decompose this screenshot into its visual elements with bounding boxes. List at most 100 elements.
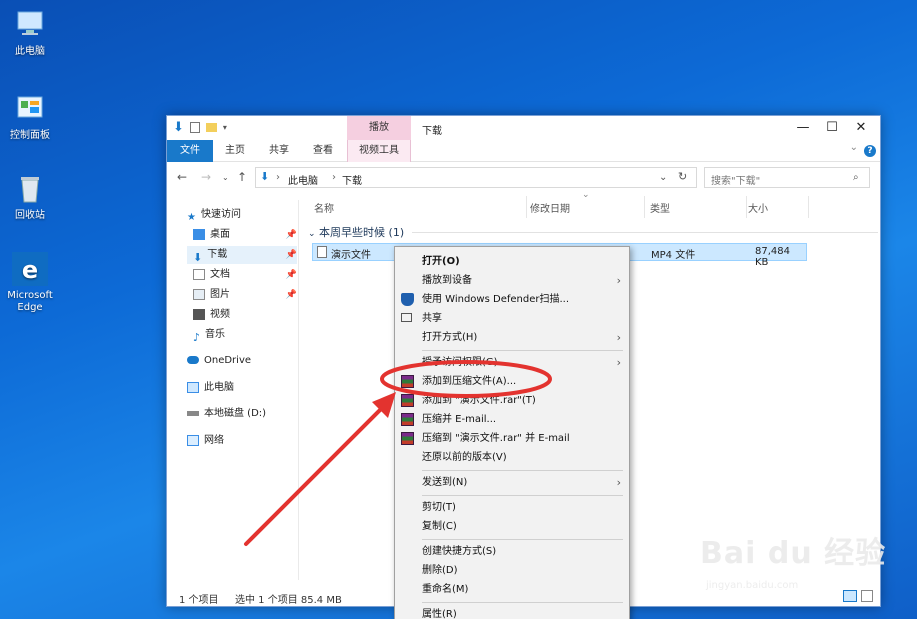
- menu-item-open[interactable]: 打开(O): [395, 252, 629, 271]
- file-size: 87,484 KB: [755, 246, 790, 268]
- breadcrumb-downloads[interactable]: 下载: [342, 172, 362, 187]
- sidebar-item-thispc[interactable]: 此电脑: [187, 379, 297, 397]
- file-name: 演示文件: [331, 250, 371, 261]
- sidebar-item-downloads[interactable]: ⬇ 下载 📌: [187, 246, 297, 264]
- nav-label: 快速访问: [200, 209, 241, 220]
- search-input[interactable]: 搜索"下载" ⌕: [704, 167, 870, 188]
- column-header-size[interactable]: 大小: [748, 200, 768, 215]
- menu-item-defender-scan[interactable]: 使用 Windows Defender扫描...: [395, 290, 629, 309]
- chevron-right-icon: ›: [616, 476, 621, 489]
- help-icon[interactable]: ?: [864, 145, 876, 157]
- nav-label: 网络: [204, 435, 224, 446]
- desktop-icon-edge[interactable]: e Microsoft Edge: [0, 252, 60, 314]
- menu-item-send-to[interactable]: 发送到(N) ›: [395, 473, 629, 492]
- menu-item-share[interactable]: 共享: [395, 309, 629, 328]
- menu-item-rename[interactable]: 重命名(M): [395, 580, 629, 599]
- navigation-pane: ★ 快速访问 桌面 📌 ⬇ 下载 📌 文档 📌 图片 📌 视频 ♪ 音乐 OneDrive 此…: [167, 200, 299, 580]
- menu-separator: [422, 539, 623, 540]
- properties-icon[interactable]: [189, 122, 200, 133]
- sidebar-item-onedrive[interactable]: OneDrive: [187, 352, 297, 370]
- nav-label: OneDrive: [204, 355, 252, 366]
- sidebar-item-documents[interactable]: 文档 📌: [193, 266, 297, 284]
- address-bar[interactable]: ⬇ › 此电脑 › 下载 ⌄ ↻: [255, 167, 697, 188]
- address-dropdown-icon[interactable]: ⌄: [659, 172, 667, 183]
- pin-icon: 📌: [285, 290, 297, 300]
- computer-icon: [187, 381, 199, 393]
- recycle-bin-icon: [12, 172, 48, 206]
- nav-label: 本地磁盘 (D:): [204, 408, 267, 419]
- menu-item-grant-access[interactable]: 授予访问权限(G) ›: [395, 353, 629, 372]
- back-arrow-icon[interactable]: ←: [177, 170, 187, 184]
- menu-item-copy[interactable]: 复制(C): [395, 517, 629, 536]
- sidebar-item-music[interactable]: ♪ 音乐: [193, 326, 297, 344]
- menu-item-add-to-rar[interactable]: 添加到 "演示文件.rar"(T): [395, 391, 629, 410]
- nav-label: 桌面: [210, 229, 230, 240]
- desktop-icon-recyclebin[interactable]: 回收站: [0, 172, 60, 222]
- sidebar-item-network[interactable]: 网络: [187, 432, 297, 450]
- menu-item-open-with[interactable]: 打开方式(H) ›: [395, 328, 629, 347]
- menu-item-delete[interactable]: 删除(D): [395, 561, 629, 580]
- tab-view[interactable]: 查看: [305, 140, 341, 162]
- tab-share[interactable]: 共享: [261, 140, 297, 162]
- menu-item-restore-versions[interactable]: 还原以前的版本(V): [395, 448, 629, 467]
- sidebar-item-desktop[interactable]: 桌面 📌: [193, 226, 297, 244]
- drive-icon: [187, 410, 199, 416]
- winrar-icon: [401, 375, 414, 388]
- nav-label: 此电脑: [204, 382, 234, 393]
- winrar-icon: [401, 432, 414, 445]
- chevron-down-icon[interactable]: ▾: [223, 123, 227, 132]
- tab-video-tools[interactable]: 视频工具: [347, 140, 411, 162]
- desktop-icon-controlpanel[interactable]: 控制面板: [0, 92, 60, 142]
- up-arrow-icon[interactable]: ↑: [237, 170, 247, 184]
- pin-icon: 📌: [285, 270, 297, 280]
- column-header-date[interactable]: 修改日期: [530, 200, 570, 215]
- search-placeholder: 搜索"下载": [711, 176, 761, 187]
- menu-separator: [422, 495, 623, 496]
- cloud-icon: [187, 356, 199, 364]
- window-title: 下载: [422, 126, 442, 137]
- column-header-name[interactable]: 名称: [314, 200, 334, 215]
- folder-icon[interactable]: [205, 123, 217, 132]
- desktop-icon-label: Microsoft Edge: [7, 290, 53, 313]
- nav-label: 视频: [210, 309, 230, 320]
- winrar-icon: [401, 394, 414, 407]
- tab-file[interactable]: 文件: [167, 140, 213, 162]
- menu-item-cut[interactable]: 剪切(T): [395, 498, 629, 517]
- menu-item-compress-rar-email[interactable]: 压缩到 "演示文件.rar" 并 E-mail: [395, 429, 629, 448]
- desktop-icon-thispc[interactable]: 此电脑: [0, 8, 60, 58]
- menu-item-add-to-archive[interactable]: 添加到压缩文件(A)...: [395, 372, 629, 391]
- chevron-down-icon[interactable]: ⌄: [850, 142, 858, 153]
- sidebar-item-localdisk[interactable]: 本地磁盘 (D:): [187, 405, 297, 423]
- down-arrow-icon[interactable]: ⬇: [173, 120, 184, 135]
- sidebar-item-pictures[interactable]: 图片 📌: [193, 286, 297, 304]
- baidu-watermark: Bai du 经验: [700, 536, 887, 571]
- menu-item-compress-email[interactable]: 压缩并 E-mail...: [395, 410, 629, 429]
- desktop-folder-icon: [193, 228, 205, 240]
- recent-dropdown-icon[interactable]: ⌄: [222, 173, 229, 182]
- group-header[interactable]: ⌄ 本周早些时候 (1): [308, 224, 404, 240]
- column-divider: [808, 196, 809, 218]
- large-icons-view-icon[interactable]: [861, 590, 873, 602]
- menu-item-properties[interactable]: 属性(R): [395, 605, 629, 619]
- group-label: 本周早些时候 (1): [319, 226, 405, 239]
- svg-text:e: e: [22, 256, 38, 284]
- refresh-icon[interactable]: ↻: [678, 170, 687, 183]
- baidu-watermark-url: jingyan.baidu.com: [706, 580, 799, 591]
- breadcrumb-thispc[interactable]: 此电脑: [288, 172, 318, 187]
- forward-arrow-icon[interactable]: →: [201, 170, 211, 184]
- nav-label: 图片: [210, 289, 230, 300]
- nav-quick-access[interactable]: ★ 快速访问: [187, 206, 297, 224]
- tool-tab-play[interactable]: 播放: [347, 116, 411, 140]
- network-icon: [187, 434, 199, 446]
- close-button[interactable]: ✕: [842, 116, 880, 140]
- details-view-icon[interactable]: [843, 590, 857, 602]
- quick-access-toolbar: ⬇ ▾: [173, 120, 227, 135]
- sidebar-item-videos[interactable]: 视频: [193, 306, 297, 324]
- menu-separator: [422, 470, 623, 471]
- tab-home[interactable]: 主页: [217, 140, 253, 162]
- menu-item-create-shortcut[interactable]: 创建快捷方式(S): [395, 542, 629, 561]
- breadcrumb-sep: ›: [332, 172, 336, 183]
- menu-item-cast-to-device[interactable]: 播放到设备 ›: [395, 271, 629, 290]
- column-header-type[interactable]: 类型: [650, 200, 670, 215]
- shield-icon: [401, 293, 414, 306]
